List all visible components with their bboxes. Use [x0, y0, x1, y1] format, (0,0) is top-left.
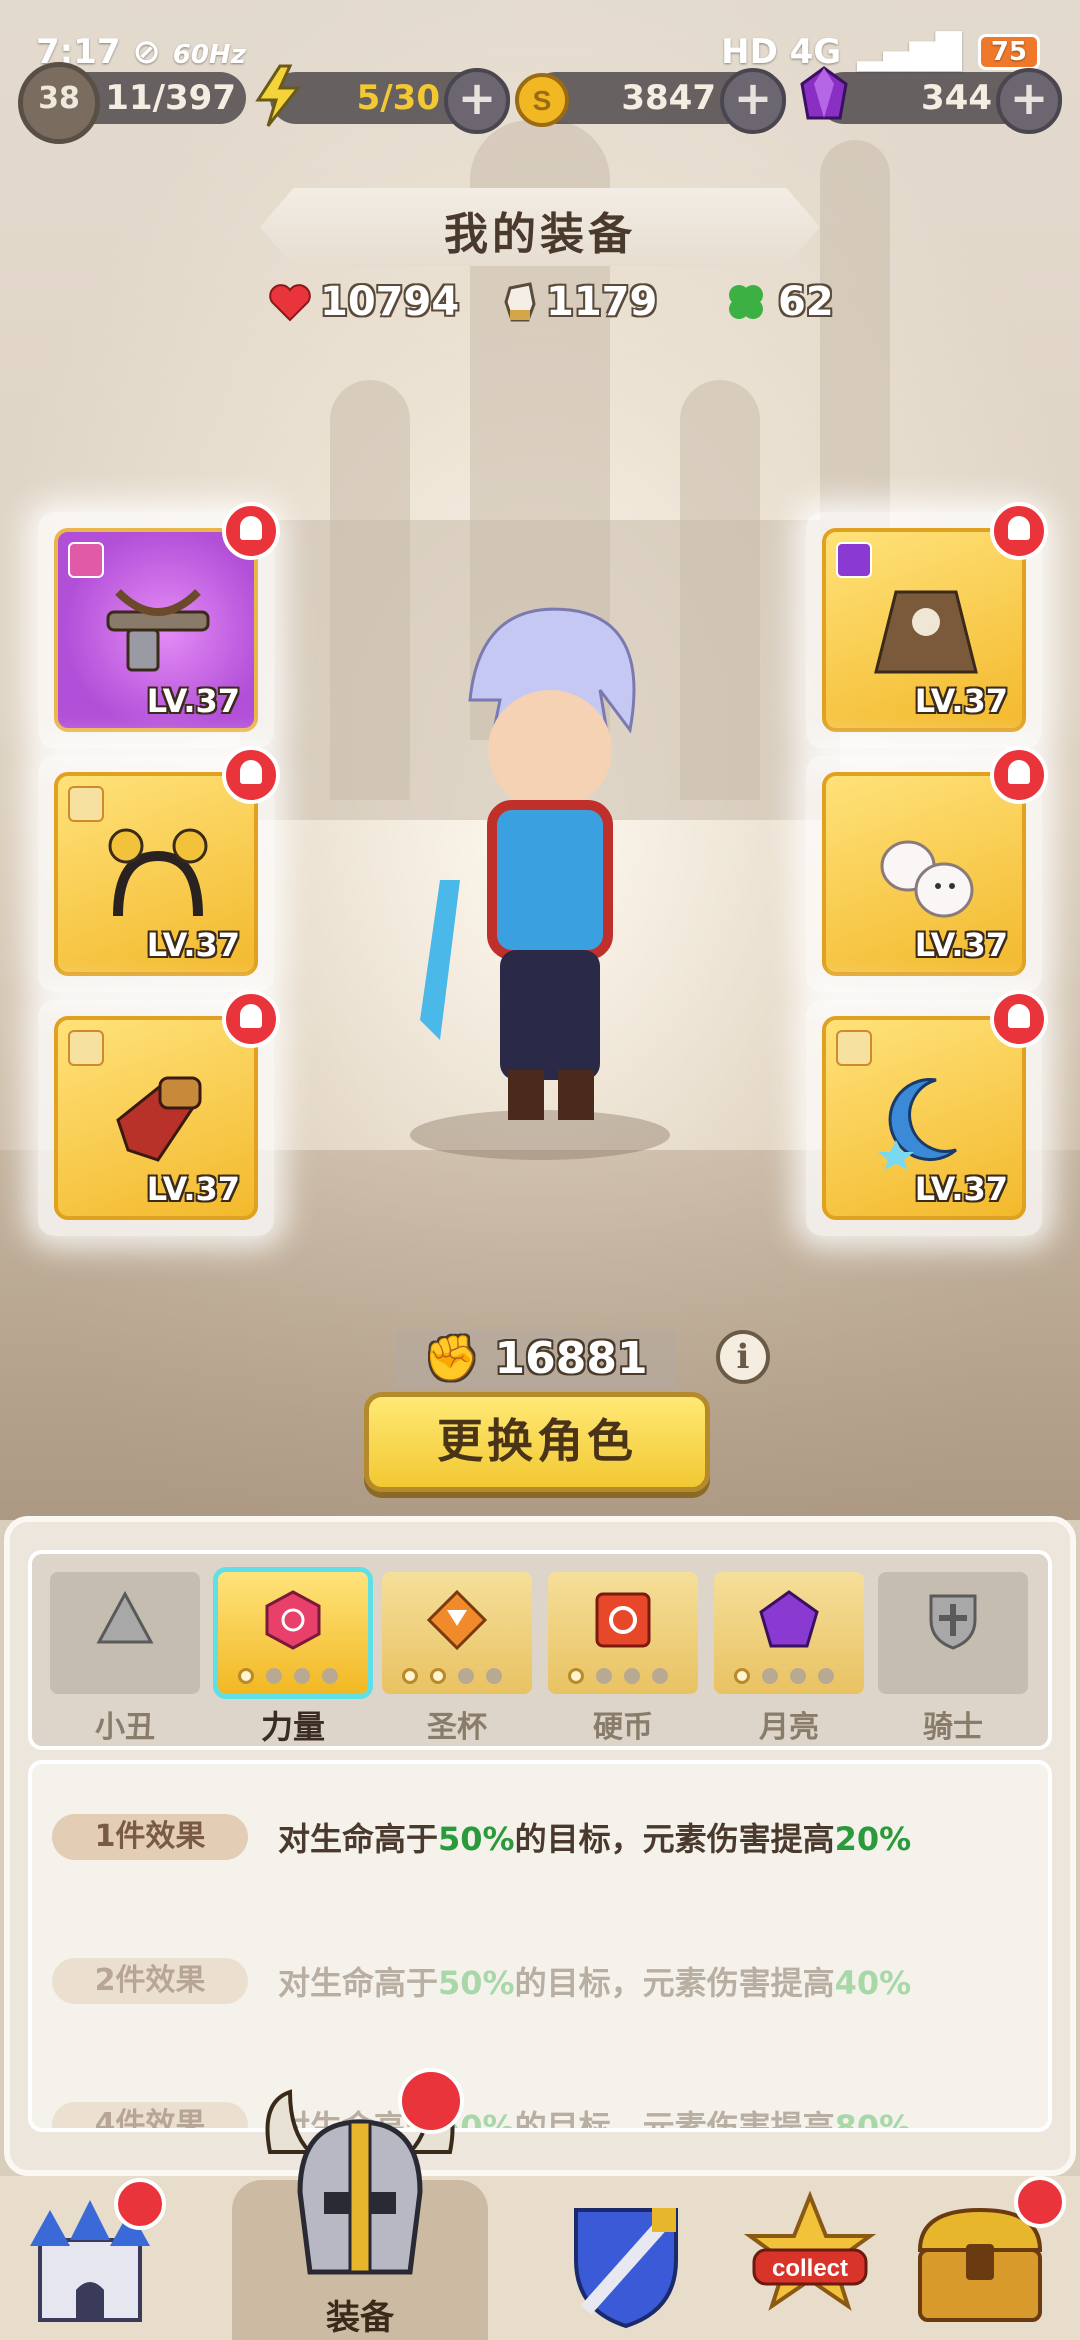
add-gold-button[interactable]: +	[720, 68, 786, 134]
coin-icon	[595, 1592, 651, 1648]
notification-bell-icon	[222, 746, 280, 804]
slot-level: LV.37	[914, 926, 1008, 964]
equipment-slot-weapon[interactable]: LV.37	[38, 502, 280, 748]
tab-coin[interactable]: 硬币	[548, 1572, 698, 1748]
experience-value: 11/397	[105, 78, 236, 118]
lightning-icon	[255, 64, 302, 127]
notification-bell-icon	[990, 502, 1048, 560]
hooded-cloak-icon	[874, 590, 978, 674]
change-character-button[interactable]: 更换角色	[364, 1392, 710, 1492]
add-energy-button[interactable]: +	[444, 68, 510, 134]
notification-bell-icon	[114, 2178, 166, 2230]
notification-bell-icon	[990, 990, 1048, 1048]
effect-tag: 4件效果	[52, 2102, 248, 2128]
equipment-slot-hands[interactable]: LV.37	[38, 990, 280, 1236]
player-level-badge[interactable]: 38	[18, 62, 100, 144]
luck-stat: 62	[722, 272, 834, 332]
heart-icon	[269, 284, 311, 322]
attack-stat: 1179	[502, 272, 657, 332]
equipment-slot-feet[interactable]: LV.37	[806, 746, 1048, 992]
effect-tag: 1件效果	[52, 1814, 248, 1860]
slot-level: LV.37	[914, 682, 1008, 720]
nav-battle[interactable]	[556, 2190, 696, 2330]
notification-bell-icon	[1014, 2176, 1066, 2228]
cat-ear-headband-icon	[108, 828, 208, 917]
energy-pill: 5/30 +	[270, 68, 510, 134]
gold-value: 3847	[621, 78, 716, 118]
tab-strength[interactable]: 力量	[218, 1572, 368, 1748]
combat-power: ✊ 16881	[396, 1330, 676, 1388]
luck-value: 62	[778, 279, 834, 325]
tab-clown[interactable]: 小丑	[50, 1572, 200, 1748]
tab-chalice[interactable]: 圣杯	[382, 1572, 532, 1748]
effect-tag: 2件效果	[52, 1958, 248, 2004]
crossbow-icon	[106, 589, 210, 672]
effect-text: 对生命高于50%的目标，元素伤害提高40%	[278, 1964, 912, 2002]
tab-knight[interactable]: 骑士	[878, 1572, 1028, 1748]
add-gem-button[interactable]: +	[996, 68, 1062, 134]
bunny-slippers-icon	[880, 840, 974, 918]
cross-icon	[929, 1594, 977, 1650]
chalice-icon	[427, 1590, 487, 1650]
fist-icon	[504, 282, 536, 322]
equipment-slot-head[interactable]: LV.37	[38, 746, 280, 992]
clover-icon	[729, 285, 763, 319]
equipment-slot-accessory[interactable]: LV.37	[806, 990, 1048, 1236]
purple-gem-icon	[800, 66, 848, 120]
slot-level: LV.37	[146, 682, 240, 720]
drop-icon	[96, 1590, 154, 1644]
hp-value: 10794	[320, 279, 460, 325]
notification-bell-icon	[398, 2068, 464, 2134]
gold-coin-icon: S	[515, 73, 569, 127]
set-effects-list: 1件效果 对生命高于50%的目标，元素伤害提高20% 2件效果 对生命高于50%…	[28, 1760, 1052, 2132]
resource-bar: 11/397 38 5/30 + 3847 + S 344 +	[0, 62, 1080, 144]
page-title: 我的装备	[444, 209, 636, 260]
slot-level: LV.37	[146, 926, 240, 964]
gem-value: 344	[921, 78, 992, 118]
info-button[interactable]: i	[716, 1330, 770, 1384]
notification-bell-icon	[990, 746, 1048, 804]
moon-icon	[759, 1590, 819, 1648]
energy-value: 5/30	[356, 78, 440, 118]
slot-level: LV.37	[146, 1170, 240, 1208]
nav-active-label: 装备	[326, 2298, 394, 2338]
moon-pendant-icon	[878, 1078, 957, 1170]
equipment-slot-body[interactable]: LV.37	[806, 502, 1048, 748]
attack-value: 1179	[546, 279, 658, 325]
gauntlet-icon	[116, 1076, 202, 1162]
effect-row: 1件效果 对生命高于50%的目标，元素伤害提高20%	[52, 1810, 911, 1864]
strength-icon	[265, 1590, 321, 1650]
collect-label: collect	[772, 2255, 848, 2282]
effect-row: 4件效果 对生命高于50%的目标，元素伤害提高80%	[52, 2098, 911, 2128]
slot-level: LV.37	[914, 1170, 1008, 1208]
nav-collect[interactable]: collect	[740, 2190, 880, 2330]
svg-text:S: S	[533, 85, 552, 116]
effect-text: 对生命高于50%的目标，元素伤害提高20%	[278, 1820, 912, 1858]
gem-pill: 344 +	[818, 68, 1062, 134]
hp-stat: 10794	[268, 272, 459, 332]
tab-moon[interactable]: 月亮	[714, 1572, 864, 1748]
hero-character[interactable]	[400, 580, 700, 1140]
effect-row: 2件效果 对生命高于50%的目标，元素伤害提高40%	[52, 1954, 911, 2008]
notification-bell-icon	[222, 990, 280, 1048]
notification-bell-icon	[222, 502, 280, 560]
